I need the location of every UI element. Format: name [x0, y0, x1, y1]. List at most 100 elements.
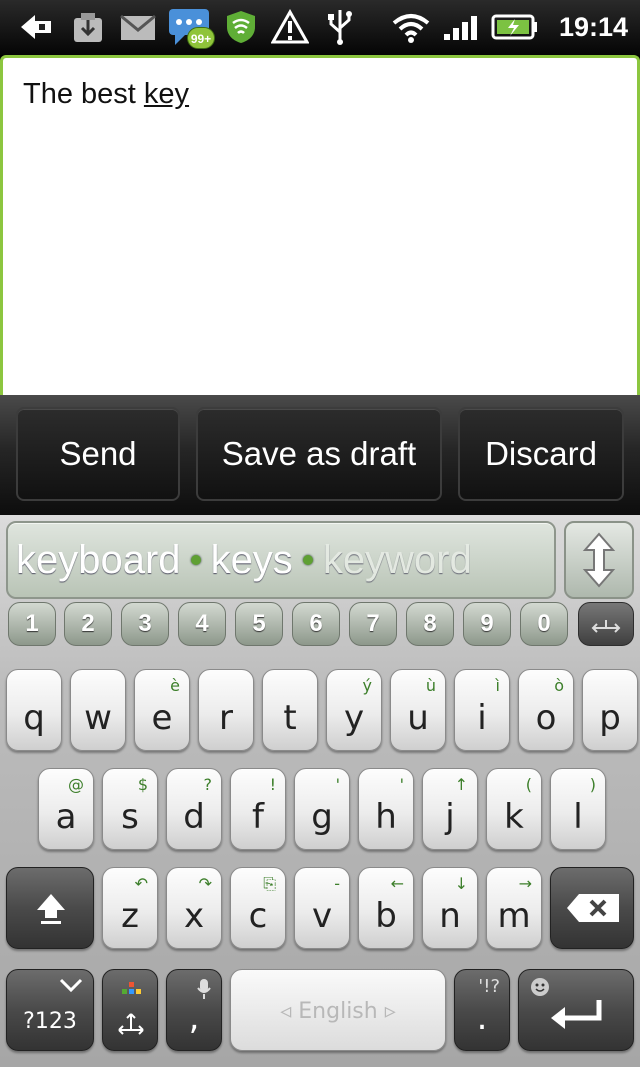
- key-z[interactable]: ↶ z: [102, 867, 158, 949]
- key-h-label: h: [375, 797, 397, 837]
- suggestion-keys[interactable]: keys: [211, 538, 293, 583]
- key-n-alt-label: ↓: [454, 874, 468, 893]
- key-o[interactable]: òo: [518, 669, 574, 751]
- key-s-label: s: [121, 797, 139, 837]
- key-m-label: m: [497, 896, 531, 936]
- key-m[interactable]: → m: [486, 867, 542, 949]
- key-o-alt-label: ò: [554, 676, 564, 695]
- key-v[interactable]: -v: [294, 867, 350, 949]
- warning-icon: [270, 8, 310, 46]
- key-b-label: b: [375, 896, 397, 936]
- key-l[interactable]: ) l: [550, 768, 606, 850]
- key-w-label: w: [84, 698, 112, 738]
- keyboard-resize-button[interactable]: [564, 521, 634, 599]
- shift-key[interactable]: [6, 867, 94, 949]
- key-u[interactable]: ùu: [390, 669, 446, 751]
- key-j-alt-label: ↑: [454, 775, 468, 794]
- key-i-alt-label: ì: [495, 676, 500, 695]
- key-z-alt-label: ↶: [134, 874, 148, 893]
- suggestion-keyboard[interactable]: keyboard: [16, 538, 181, 583]
- key-x-label: x: [183, 896, 205, 936]
- wifi-icon: [390, 8, 432, 46]
- cursor-move-key[interactable]: [578, 602, 634, 646]
- key-o-label: o: [535, 698, 557, 738]
- key-7[interactable]: 7: [349, 602, 397, 646]
- key-s[interactable]: $ s: [102, 768, 158, 850]
- key-y-label: y: [343, 698, 365, 738]
- period-key[interactable]: '!? .: [454, 969, 510, 1051]
- message-body-field[interactable]: The best key: [0, 55, 640, 395]
- key-q[interactable]: q: [6, 669, 62, 751]
- key-8[interactable]: 8: [406, 602, 454, 646]
- key-r[interactable]: r: [198, 669, 254, 751]
- space-language-label: ◃ English ▹: [280, 999, 396, 1024]
- enter-key[interactable]: [518, 969, 634, 1051]
- soft-keyboard: keyboard keys keyword 1 2 3 4 5 6 7 8 9 …: [0, 515, 640, 1067]
- key-b[interactable]: ← b: [358, 867, 414, 949]
- key-y-alt-label: ý: [362, 676, 372, 695]
- send-button[interactable]: Send: [16, 407, 180, 501]
- key-v-alt-label: -: [334, 874, 340, 893]
- key-d-label: d: [183, 797, 205, 837]
- key-2[interactable]: 2: [64, 602, 112, 646]
- shift-arrow-icon: [37, 894, 65, 924]
- composing-word: key: [143, 78, 190, 110]
- key-g-label: g: [311, 797, 333, 837]
- key-z-label: z: [121, 896, 139, 936]
- key-g[interactable]: ' g: [294, 768, 350, 850]
- key-a-alt-label: @: [68, 775, 84, 794]
- key-1[interactable]: 1: [8, 602, 56, 646]
- key-x[interactable]: ↷ x: [166, 867, 222, 949]
- suggestion-bar: keyboard keys keyword: [6, 521, 556, 599]
- space-bar[interactable]: ◃ English ▹: [230, 969, 446, 1051]
- key-y[interactable]: ýy: [326, 669, 382, 751]
- backspace-key[interactable]: [550, 867, 634, 949]
- key-a[interactable]: @ a: [38, 768, 94, 850]
- discard-button[interactable]: Discard: [458, 407, 624, 501]
- symbols-key[interactable]: ?123: [6, 969, 94, 1051]
- key-k[interactable]: (k: [486, 768, 542, 850]
- status-bar: 99+ 19:14: [0, 0, 640, 55]
- key-l-alt-label: ): [589, 775, 596, 794]
- message-text: The best key: [23, 78, 189, 111]
- layout-key[interactable]: [102, 969, 158, 1051]
- gmail-icon: [118, 8, 158, 46]
- key-r-label: r: [219, 698, 233, 738]
- key-f[interactable]: ! f: [230, 768, 286, 850]
- key-h[interactable]: ' h: [358, 768, 414, 850]
- suggestion-keyword[interactable]: keyword: [323, 538, 472, 583]
- cursor-move-icon: [591, 620, 621, 633]
- key-c[interactable]: ⎘ c: [230, 867, 286, 949]
- back-arrow-icon: [18, 8, 54, 46]
- resize-arrows-icon: [582, 532, 616, 588]
- key-f-alt-label: !: [269, 775, 276, 794]
- key-u-label: u: [407, 698, 429, 738]
- key-p[interactable]: p: [582, 669, 638, 751]
- smiley-icon: [531, 978, 549, 996]
- key-9[interactable]: 9: [463, 602, 511, 646]
- key-p-label: p: [599, 698, 621, 738]
- key-4[interactable]: 4: [178, 602, 226, 646]
- key-f-label: f: [252, 797, 264, 837]
- key-k-label: k: [504, 797, 524, 837]
- key-i[interactable]: ìi: [454, 669, 510, 751]
- shield-icon: [222, 8, 260, 46]
- save-draft-button[interactable]: Save as draft: [196, 407, 442, 501]
- key-t[interactable]: t: [262, 669, 318, 751]
- suggestion-divider-dot: [190, 555, 201, 565]
- key-k-alt-label: (: [525, 775, 532, 794]
- key-t-label: t: [283, 698, 297, 738]
- key-w[interactable]: w: [70, 669, 126, 751]
- key-3[interactable]: 3: [121, 602, 169, 646]
- key-n[interactable]: ↓ n: [422, 867, 478, 949]
- key-e[interactable]: èe: [134, 669, 190, 751]
- action-bar: Send Save as draft Discard: [0, 395, 640, 515]
- key-5[interactable]: 5: [235, 602, 283, 646]
- key-s-alt-label: $: [137, 775, 148, 794]
- key-d[interactable]: ? d: [166, 768, 222, 850]
- key-6[interactable]: 6: [292, 602, 340, 646]
- key-0[interactable]: 0: [520, 602, 568, 646]
- key-j[interactable]: ↑ j: [422, 768, 478, 850]
- key-e-alt-label: è: [170, 676, 180, 695]
- comma-key[interactable]: ,: [166, 969, 222, 1051]
